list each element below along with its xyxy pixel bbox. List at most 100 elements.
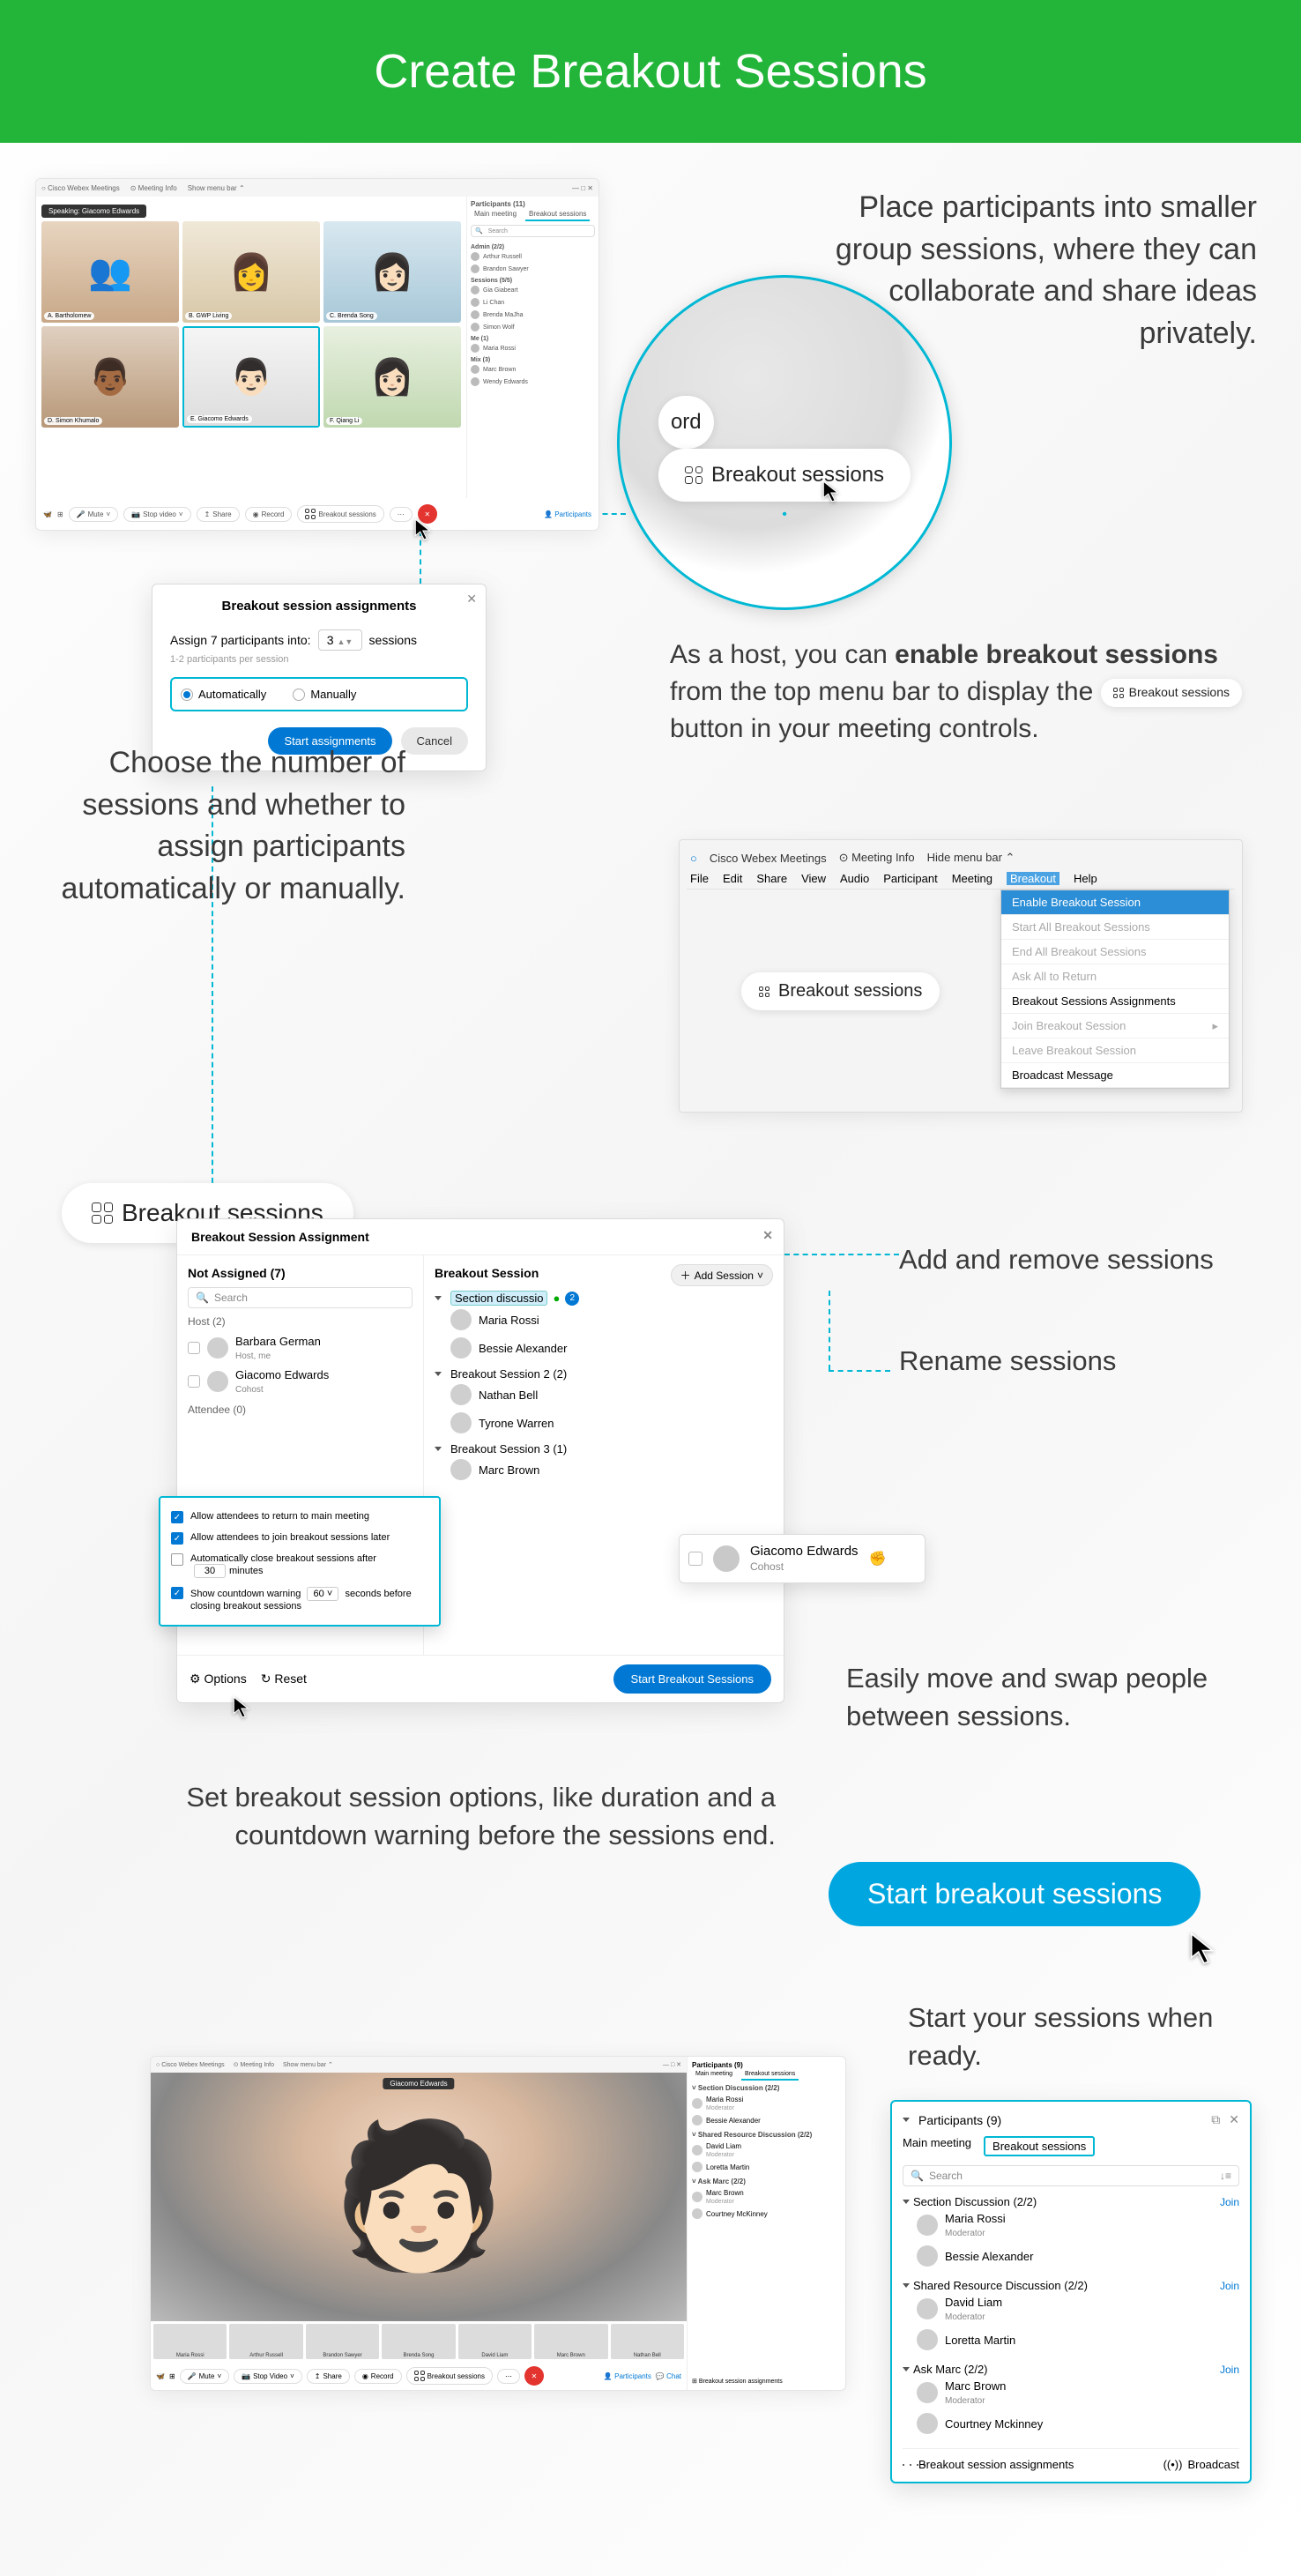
participant-row[interactable]: Marc BrownModerator — [903, 2376, 1239, 2409]
connector — [829, 1370, 890, 1372]
close-icon[interactable]: ✕ — [1229, 2112, 1239, 2127]
session-count-input[interactable]: 3 ▲▼ — [318, 629, 362, 651]
video-tile[interactable]: 👩🏻C. Brenda Song — [323, 221, 461, 323]
dialog-title: Breakout session assignments — [170, 599, 468, 614]
assignment-mode-group: Automatically Manually — [170, 677, 468, 711]
reset-button[interactable]: ↻ Reset — [261, 1671, 307, 1686]
meeting-screenshot-1: ○ Cisco Webex Meetings ⊙ Meeting Info Sh… — [35, 178, 599, 531]
menu-toggle[interactable]: Show menu bar ⌃ — [188, 184, 245, 192]
mute-button[interactable]: 🎤 Mute ˅ — [69, 507, 118, 522]
participant-row[interactable]: Giacomo EdwardsCohost — [188, 1365, 413, 1398]
not-assigned-heading: Not Assigned (7) — [188, 1266, 413, 1280]
record-pill[interactable]: ord — [658, 396, 714, 449]
stop-video-button[interactable]: 📷 Stop video ˅ — [123, 507, 190, 522]
menu-item-enable[interactable]: Enable Breakout Session — [1001, 890, 1229, 915]
video-tile[interactable]: 👩🏻F. Qiang Li — [323, 326, 461, 428]
seconds-input[interactable]: 60 ˅ — [307, 1587, 338, 1601]
cancel-button[interactable]: Cancel — [401, 727, 468, 755]
meeting-toolbar: 🦋⊞ 🎤 Mute ˅ 📷 Stop video ˅ ↥ Share ◉ Rec… — [36, 498, 598, 530]
tab-breakout-sessions[interactable]: Breakout sessions — [984, 2136, 1095, 2156]
participant-row[interactable]: David LiamModerator — [903, 2292, 1239, 2326]
participant-row[interactable]: Barbara GermanHost, me — [188, 1331, 413, 1365]
grid-icon — [685, 466, 703, 484]
menu-bar[interactable]: FileEditShareViewAudioParticipantMeeting… — [687, 868, 1235, 890]
session-group[interactable]: Section discussio●2 Maria RossiBessie Al… — [435, 1291, 773, 1362]
options-button[interactable]: ⚙ Options — [190, 1671, 247, 1686]
popup-title: Participants (9) — [918, 2113, 1001, 2127]
breakout-pill[interactable]: Breakout sessions — [658, 449, 911, 502]
meeting-info[interactable]: ⊙ Meeting Info — [130, 184, 177, 192]
breakout-heading: Breakout Session — [435, 1266, 539, 1280]
start-breakout-big-button[interactable]: Start breakout sessions — [829, 1862, 1201, 1926]
breakout-button[interactable]: Breakout sessions — [297, 505, 383, 523]
participant-row[interactable]: Courtney Mckinney — [903, 2409, 1239, 2438]
caption-start: Start your sessions when ready. — [908, 1999, 1260, 2075]
add-session-button[interactable]: ＋ Add Session ˅ — [671, 1264, 773, 1286]
participant-row[interactable]: Bessie Alexander — [903, 2242, 1239, 2270]
grid-icon — [305, 509, 316, 519]
join-link[interactable]: Join — [1220, 2280, 1239, 2292]
grab-icon: ✊ — [869, 1550, 888, 1567]
checkbox[interactable]: ✓ — [171, 1532, 183, 1545]
session-rename-input[interactable]: Section discussio — [450, 1291, 547, 1306]
drag-participant-card[interactable]: Giacomo EdwardsCohost ✊ — [679, 1534, 926, 1583]
participants-toggle[interactable]: 👤 Participants — [544, 510, 591, 518]
panel-title: Breakout Session Assignment — [191, 1230, 369, 1244]
session-group[interactable]: Breakout Session 3 (1) Marc Brown — [435, 1442, 773, 1484]
checkbox[interactable] — [171, 1553, 183, 1566]
broadcast-link[interactable]: ((•)) Broadcast — [1163, 2458, 1239, 2471]
video-tile[interactable]: 👨🏾D. Simon Khumalo — [41, 326, 179, 428]
close-icon[interactable]: ✕ — [466, 592, 477, 607]
connector — [784, 1254, 899, 1255]
participant-row[interactable]: Maria RossiModerator — [903, 2208, 1239, 2242]
cursor-icon — [233, 1696, 252, 1719]
video-tile[interactable]: 👥A. Bartholomew — [41, 221, 179, 323]
more-button[interactable]: ⋯ — [390, 507, 413, 522]
breakout-pill-inline: Breakout sessions — [1101, 679, 1242, 707]
join-link[interactable]: Join — [1220, 2364, 1239, 2376]
record-button[interactable]: ◉ Record — [245, 507, 293, 522]
page-banner: Create Breakout Sessions — [0, 0, 1301, 143]
auto-radio[interactable]: Automatically — [181, 688, 266, 701]
close-icon[interactable]: ✕ — [762, 1228, 773, 1243]
participant-row[interactable]: Loretta Martin — [903, 2326, 1239, 2354]
checkbox[interactable]: ✓ — [171, 1587, 183, 1599]
video-grid: 👥A. Bartholomew 👩B. GWP Living 👩🏻C. Bren… — [41, 221, 461, 428]
search-input[interactable]: 🔍 Search↓≡ — [903, 2165, 1239, 2186]
assignments-link[interactable]: Breakout session assignments — [903, 2458, 1074, 2471]
cursor-icon — [1190, 1932, 1218, 1966]
meeting-screenshot-2: ○ Cisco Webex Meetings ⊙ Meeting Info Sh… — [150, 2056, 846, 2391]
tab-main-meeting[interactable]: Main meeting — [903, 2136, 971, 2156]
caption-addremove: Add and remove sessions — [899, 1240, 1225, 1278]
breakout-menu-dropdown[interactable]: Enable Breakout Session Start All Breako… — [1000, 890, 1230, 1089]
breakout-pill[interactable]: Breakout sessions — [741, 972, 940, 1010]
connector — [829, 1291, 830, 1370]
manual-radio[interactable]: Manually — [293, 688, 356, 701]
share-button[interactable]: ↥ Share — [197, 507, 240, 522]
search-input[interactable]: 🔍 Search — [188, 1287, 413, 1308]
caption-moveswap: Easily move and swap people between sess… — [846, 1659, 1243, 1736]
caption-enable: As a host, you can enable breakout sessi… — [670, 637, 1243, 748]
cursor-icon — [414, 518, 434, 541]
thumbnail-strip[interactable]: Maria Rossi Arthur Russell Brandon Sawye… — [151, 2321, 687, 2362]
popout-icon[interactable]: ⧉ — [1211, 2112, 1220, 2127]
caption-rename: Rename sessions — [899, 1342, 1128, 1380]
hint-text: 1-2 participants per session — [170, 654, 468, 665]
start-breakout-button[interactable]: Start Breakout Sessions — [613, 1664, 771, 1694]
checkbox[interactable]: ✓ — [171, 1511, 183, 1523]
assignment-panel: Breakout Session Assignment ✕ Not Assigne… — [176, 1218, 784, 1703]
participants-sidebar: Participants (11) Main meetingBreakout s… — [466, 197, 598, 498]
menubar-screenshot: ○Cisco Webex Meetings⊙ Meeting InfoHide … — [679, 839, 1243, 1113]
caption-choose: Choose the number of sessions and whethe… — [26, 742, 405, 910]
options-popup: ✓Allow attendees to return to main meeti… — [159, 1496, 441, 1627]
minutes-input[interactable]: 30 — [194, 1564, 226, 1578]
participants-popup: Participants (9) ⧉ ✕ Main meeting Breakout … — [890, 2100, 1252, 2483]
video-tile[interactable]: 👩B. GWP Living — [182, 221, 320, 323]
zoom-circle: ord Breakout sessions • — [617, 275, 952, 610]
session-group[interactable]: Breakout Session 2 (2) Nathan BellTyrone… — [435, 1367, 773, 1437]
join-link[interactable]: Join — [1220, 2196, 1239, 2208]
app-name: ○ Cisco Webex Meetings — [41, 184, 120, 192]
video-tile[interactable]: 👨🏻E. Giacomo Edwards — [182, 326, 320, 428]
caption-options: Set breakout session options, like durat… — [71, 1778, 776, 1855]
speaking-badge: Speaking: Giacomo Edwards — [41, 205, 146, 218]
